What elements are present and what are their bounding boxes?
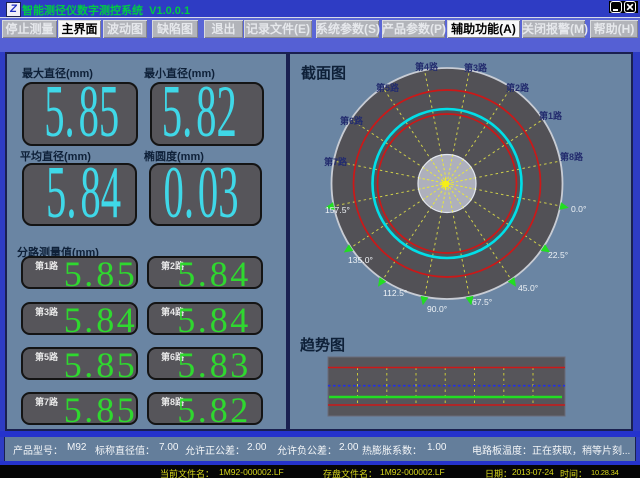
svg-text:第8路: 第8路 — [560, 151, 584, 162]
svg-text:0.0°: 0.0° — [571, 204, 586, 214]
svg-text:22.5°: 22.5° — [548, 250, 568, 260]
svg-text:157.5°: 157.5° — [325, 205, 350, 215]
svg-text:第4路: 第4路 — [415, 61, 439, 72]
svg-text:135.0°: 135.0° — [348, 255, 373, 265]
svg-text:第5路: 第5路 — [376, 82, 400, 93]
svg-text:45.0°: 45.0° — [518, 283, 538, 293]
svg-text:第1路: 第1路 — [539, 110, 563, 121]
svg-text:第6路: 第6路 — [340, 115, 364, 126]
svg-text:112.5°: 112.5° — [383, 288, 407, 298]
svg-text:90.0°: 90.0° — [427, 304, 447, 314]
svg-text:67.5°: 67.5° — [472, 297, 492, 307]
svg-text:第7路: 第7路 — [324, 156, 348, 167]
svg-text:第2路: 第2路 — [506, 82, 530, 93]
svg-text:第3路: 第3路 — [464, 62, 488, 73]
